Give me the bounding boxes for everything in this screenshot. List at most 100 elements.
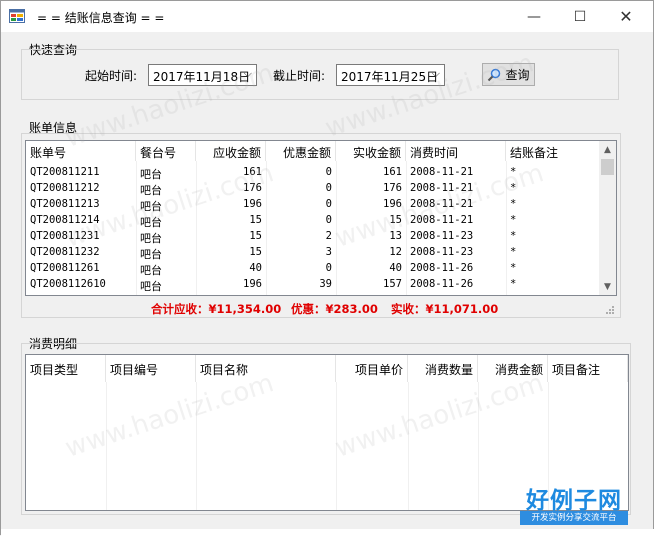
bill-no-cell: QT200811213 bbox=[30, 198, 100, 210]
start-date-value: 2017年11月18日 bbox=[153, 70, 251, 84]
column-header[interactable]: 餐台号 bbox=[136, 141, 196, 161]
bill-no-cell: QT200811231 bbox=[30, 230, 100, 242]
bill-no-cell: QT200811261 bbox=[30, 262, 100, 274]
table-no-cell: 吧台 bbox=[140, 168, 162, 181]
column-header[interactable]: 项目类型 bbox=[26, 355, 106, 382]
column-header[interactable]: 项目单价 bbox=[336, 355, 408, 382]
discount-cell: 0 bbox=[325, 214, 332, 226]
received-cell: 15 bbox=[389, 214, 402, 226]
remark-cell: * bbox=[510, 182, 517, 194]
received-cell: 157 bbox=[383, 278, 402, 290]
brand-logo-subtitle: 开发实例分享交流平台 bbox=[520, 511, 628, 525]
due-cell: 196 bbox=[243, 278, 262, 290]
bills-vertical-scrollbar[interactable]: ▲ ▼ bbox=[599, 141, 616, 295]
due-cell: 15 bbox=[249, 230, 262, 242]
main-window: = = 结账信息查询 = = — ☐ ✕ 快速查询 起始时间: 2017年11月… bbox=[0, 0, 654, 536]
end-date-picker[interactable]: 2017年11月25日 ⌵ bbox=[336, 64, 445, 86]
column-header[interactable]: 消费数量 bbox=[408, 355, 478, 382]
end-time-label: 截止时间: bbox=[273, 69, 326, 83]
time-cell: 2008-11-23 bbox=[410, 246, 474, 258]
column-header[interactable]: 应收金额 bbox=[196, 141, 266, 161]
received-cell: 196 bbox=[383, 198, 402, 210]
table-no-cell: 吧台 bbox=[140, 200, 162, 213]
discount-cell: 0 bbox=[325, 166, 332, 178]
discount-total-label: 优惠：¥283.00 bbox=[291, 302, 378, 316]
column-header[interactable]: 结账备注 bbox=[506, 141, 601, 161]
brand-logo-text: 好例子网 bbox=[526, 487, 622, 514]
column-header[interactable]: 项目名称 bbox=[196, 355, 336, 382]
column-header[interactable]: 消费时间 bbox=[406, 141, 506, 161]
due-cell: 176 bbox=[243, 182, 262, 194]
brand-logo: 好例子网 开发实例分享交流平台 bbox=[520, 481, 628, 527]
time-cell: 2008-11-21 bbox=[410, 198, 474, 210]
details-grid-header: 项目类型 项目编号 项目名称 项目单价 消费数量 消费金额 项目备注 bbox=[26, 355, 628, 382]
column-header[interactable]: 实收金额 bbox=[336, 141, 406, 161]
total-due-label: 合计应收：¥11,354.00 bbox=[151, 302, 282, 316]
received-cell: 13 bbox=[389, 230, 402, 242]
column-header[interactable]: 项目编号 bbox=[106, 355, 196, 382]
discount-cell: 0 bbox=[325, 262, 332, 274]
discount-cell: 2 bbox=[325, 230, 332, 242]
received-cell: 176 bbox=[383, 182, 402, 194]
title-bar: = = 结账信息查询 = = — ☐ ✕ bbox=[1, 1, 653, 32]
due-cell: 40 bbox=[249, 262, 262, 274]
bill-no-cell: QT200811211 bbox=[30, 166, 100, 178]
app-form-icon bbox=[9, 9, 25, 23]
remark-cell: * bbox=[510, 198, 517, 210]
start-date-picker[interactable]: 2017年11月18日 ⌵ bbox=[148, 64, 257, 86]
remark-cell: * bbox=[510, 262, 517, 274]
column-header[interactable]: 账单号 bbox=[26, 141, 136, 161]
remark-cell: * bbox=[510, 246, 517, 258]
scroll-up-icon[interactable]: ▲ bbox=[599, 141, 616, 158]
column-header[interactable]: 消费金额 bbox=[478, 355, 548, 382]
time-cell: 2008-11-21 bbox=[410, 214, 474, 226]
remark-cell: * bbox=[510, 214, 517, 226]
time-cell: 2008-11-23 bbox=[410, 230, 474, 242]
start-time-label: 起始时间: bbox=[85, 69, 138, 83]
column-header[interactable]: 优惠金额 bbox=[266, 141, 336, 161]
table-no-cell: 吧台 bbox=[140, 264, 162, 277]
due-cell: 196 bbox=[243, 198, 262, 210]
bill-no-cell: QT200811214 bbox=[30, 214, 100, 226]
remark-cell: * bbox=[510, 166, 517, 178]
received-cell: 40 bbox=[389, 262, 402, 274]
received-cell: 161 bbox=[383, 166, 402, 178]
discount-cell: 0 bbox=[325, 198, 332, 210]
discount-cell: 3 bbox=[325, 246, 332, 258]
bill-no-cell: QT200811232 bbox=[30, 246, 100, 258]
chevron-down-icon[interactable]: ⌵ bbox=[244, 67, 252, 81]
end-date-value: 2017年11月25日 bbox=[341, 70, 439, 84]
bills-grid[interactable]: 账单号 餐台号 应收金额 优惠金额 实收金额 消费时间 结账备注 QT20081… bbox=[25, 140, 617, 296]
remark-cell: * bbox=[510, 230, 517, 242]
table-no-cell: 吧台 bbox=[140, 280, 162, 293]
bill-no-cell: QT2008112610 bbox=[30, 278, 106, 290]
time-cell: 2008-11-21 bbox=[410, 182, 474, 194]
time-cell: 2008-11-21 bbox=[410, 166, 474, 178]
close-button[interactable]: ✕ bbox=[603, 1, 649, 32]
time-cell: 2008-11-26 bbox=[410, 262, 474, 274]
query-button-label: 查询 bbox=[505, 68, 530, 82]
chevron-down-icon[interactable]: ⌵ bbox=[432, 67, 440, 81]
table-no-cell: 吧台 bbox=[140, 232, 162, 245]
resize-grip-icon[interactable] bbox=[605, 305, 615, 315]
discount-cell: 0 bbox=[325, 182, 332, 194]
bill-no-cell: QT200811212 bbox=[30, 182, 100, 194]
time-cell: 2008-11-26 bbox=[410, 278, 474, 290]
discount-cell: 39 bbox=[319, 278, 332, 290]
magnifier-icon bbox=[488, 68, 501, 81]
minimize-button[interactable]: — bbox=[511, 1, 557, 32]
scroll-thumb[interactable] bbox=[601, 159, 614, 175]
due-cell: 15 bbox=[249, 214, 262, 226]
table-no-cell: 吧台 bbox=[140, 248, 162, 261]
scroll-down-icon[interactable]: ▼ bbox=[599, 278, 616, 295]
column-header[interactable]: 项目备注 bbox=[548, 355, 628, 382]
bills-grid-header: 账单号 餐台号 应收金额 优惠金额 实收金额 消费时间 结账备注 bbox=[26, 141, 601, 161]
due-cell: 161 bbox=[243, 166, 262, 178]
received-cell: 12 bbox=[389, 246, 402, 258]
maximize-button[interactable]: ☐ bbox=[557, 1, 603, 32]
query-button[interactable]: 查询 bbox=[482, 63, 535, 86]
table-no-cell: 吧台 bbox=[140, 184, 162, 197]
table-no-cell: 吧台 bbox=[140, 216, 162, 229]
due-cell: 15 bbox=[249, 246, 262, 258]
window-title: = = 结账信息查询 = = bbox=[37, 11, 165, 25]
